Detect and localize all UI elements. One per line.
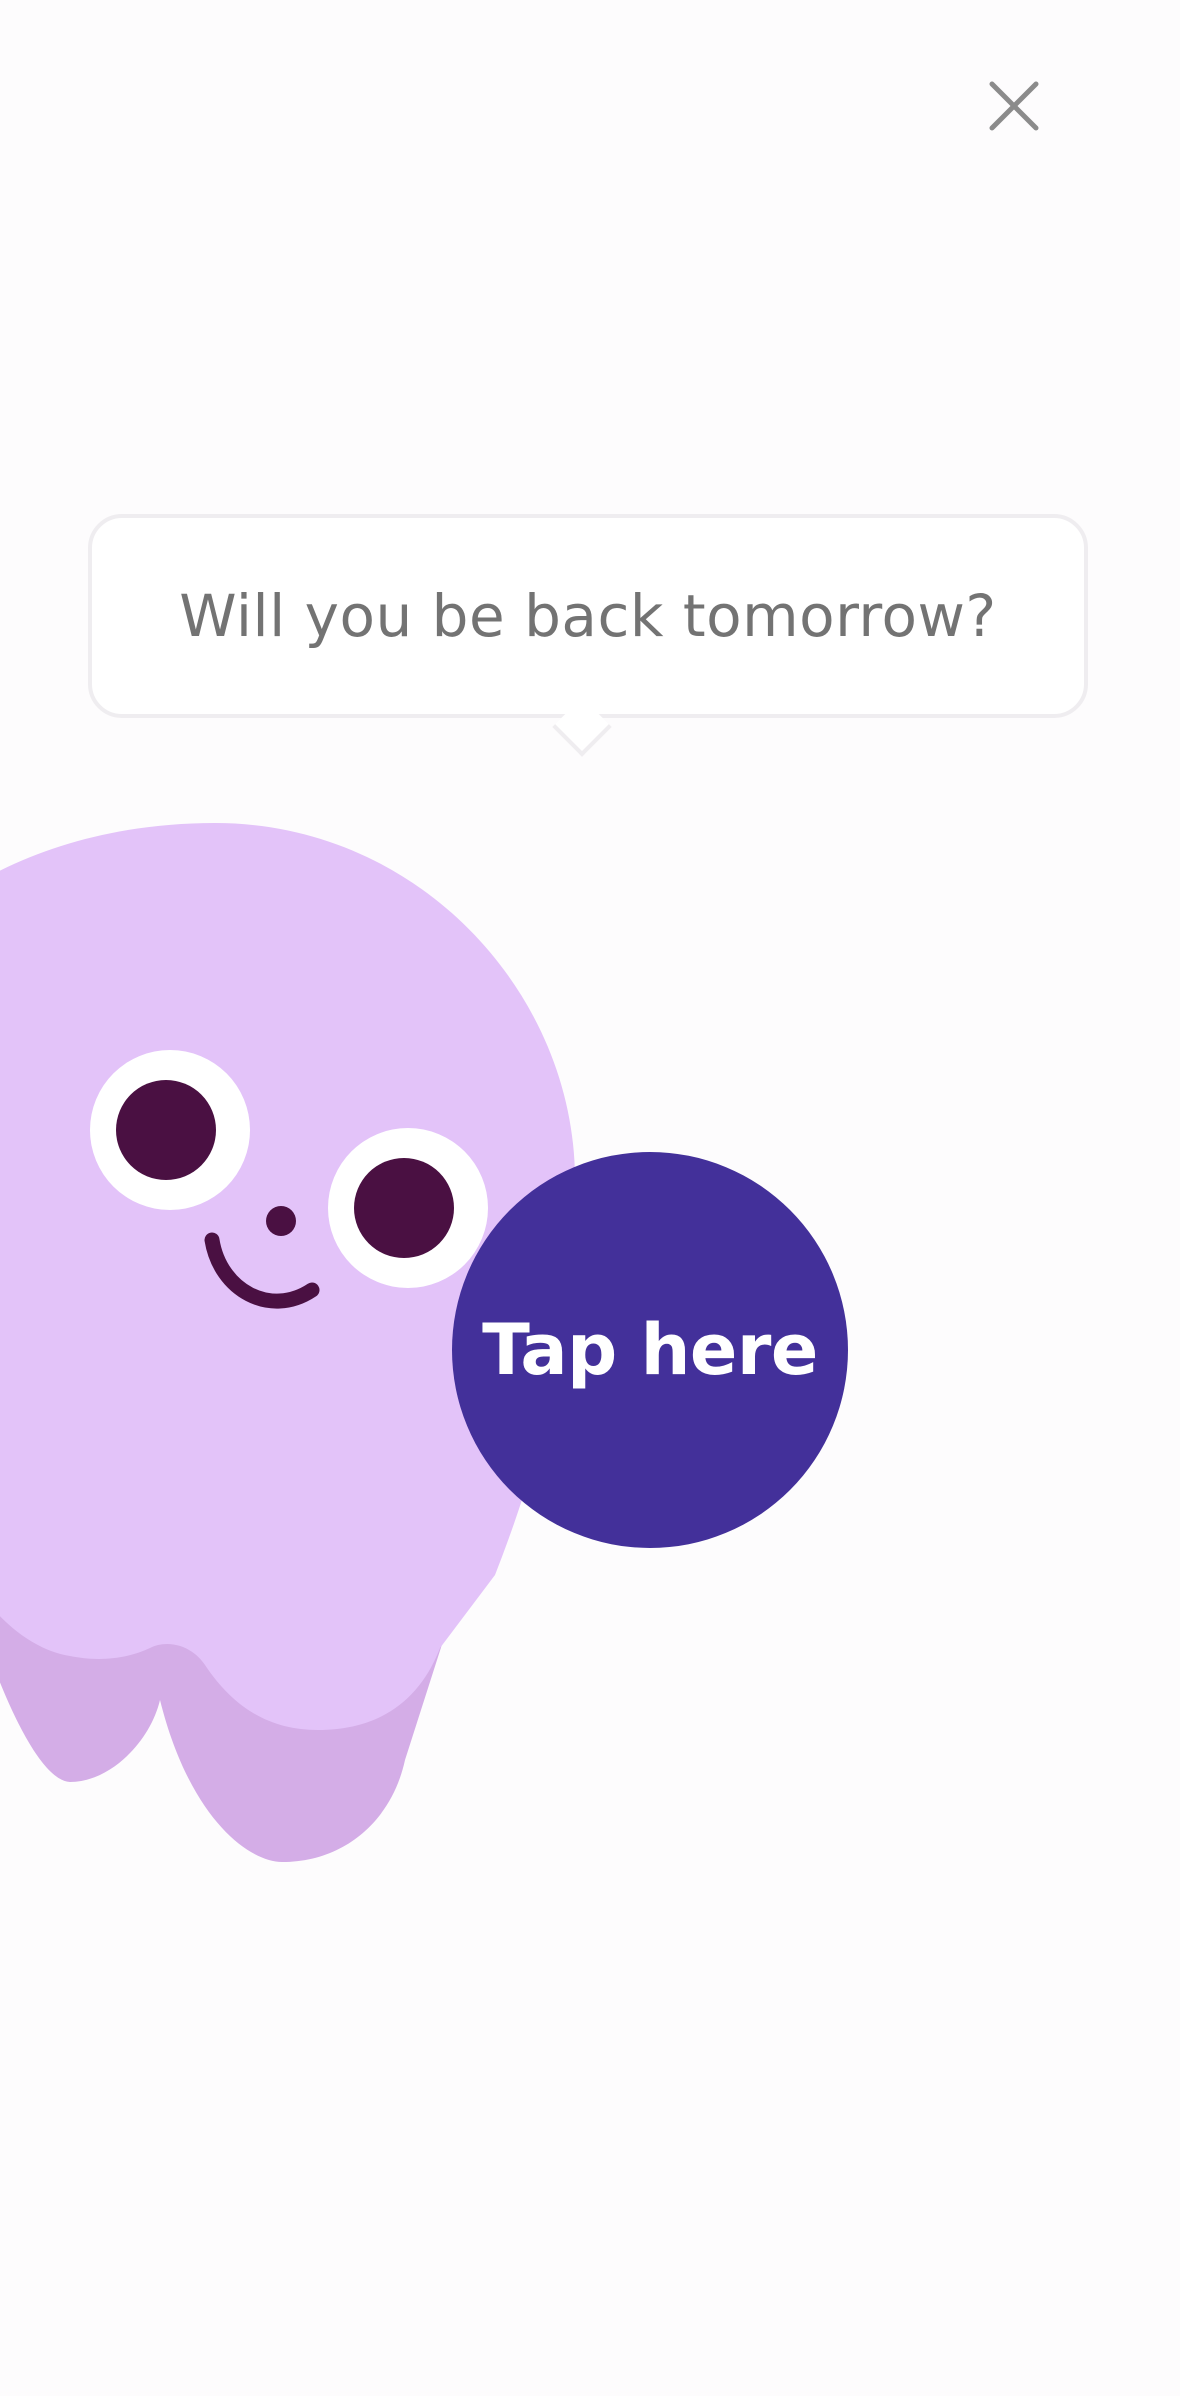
bubble-message: Will you be back tomorrow? [179,582,997,650]
ghost-smile [204,1232,320,1309]
tap-here-button[interactable]: Tap here [452,1152,848,1548]
speech-bubble: Will you be back tomorrow? [88,514,1088,718]
ghost-right-pupil [354,1158,454,1258]
ghost-shadow [0,1510,485,1862]
ghost-right-eye-white [328,1128,488,1288]
ghost-nose [266,1206,296,1236]
ghost-left-eye-white [90,1050,250,1210]
close-button[interactable] [984,76,1044,136]
tap-here-label: Tap here [482,1309,818,1391]
ghost-left-pupil [116,1080,216,1180]
close-icon [989,81,1039,131]
